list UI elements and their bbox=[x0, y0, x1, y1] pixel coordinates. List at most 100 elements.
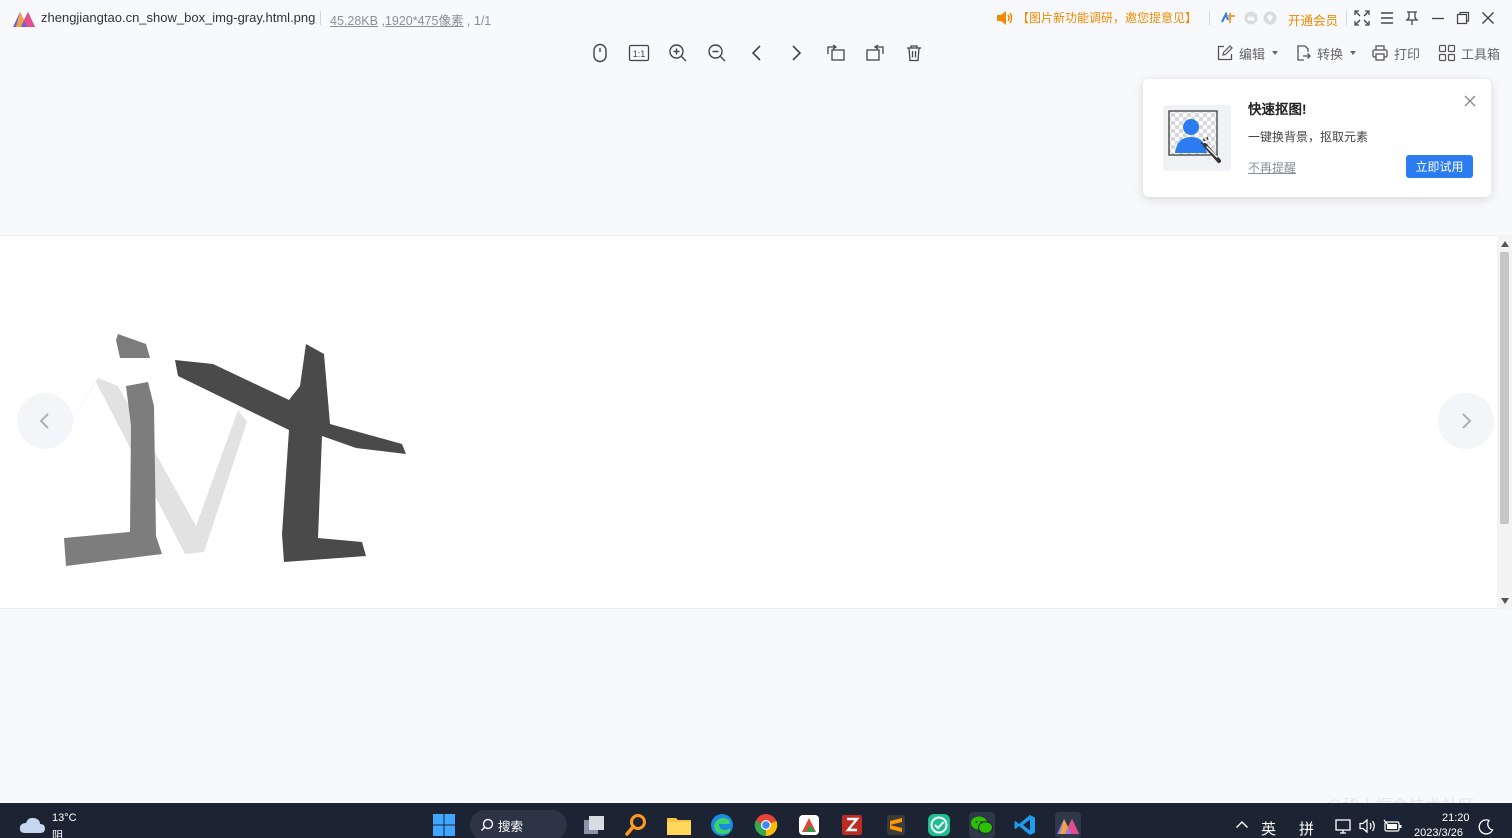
filezilla-app[interactable] bbox=[839, 812, 865, 838]
displayed-image bbox=[62, 334, 406, 566]
image-canvas[interactable] bbox=[0, 235, 1497, 609]
windows-icon bbox=[433, 814, 455, 836]
weather-description[interactable]: 阴 bbox=[52, 827, 63, 838]
toolbox-label: 工具箱 bbox=[1461, 46, 1501, 62]
survey-notice[interactable]: 【图片新功能调研，邀您提意见】 bbox=[995, 9, 1197, 26]
caret-down-icon bbox=[1272, 51, 1279, 55]
cloud-icon bbox=[18, 815, 46, 835]
app-logo-icon bbox=[12, 8, 36, 28]
try-now-button[interactable]: 立即试用 bbox=[1406, 155, 1473, 178]
edge-browser-app[interactable] bbox=[709, 812, 735, 838]
restore-icon bbox=[1456, 11, 1470, 25]
convert-label: 转换 bbox=[1317, 46, 1344, 62]
quick-cutout-popup: 快速抠图! 一键换背景，抠取元素 不再提醒 立即试用 bbox=[1143, 79, 1491, 197]
chevron-right-icon bbox=[1462, 413, 1472, 429]
cutout-thumbnail bbox=[1163, 105, 1231, 171]
popup-description: 一键换背景，抠取元素 bbox=[1248, 130, 1369, 144]
wechat-icon bbox=[971, 816, 993, 834]
file-size[interactable]: 45.28KB bbox=[330, 14, 378, 28]
scroll-thumb[interactable] bbox=[1500, 252, 1509, 524]
chrome-browser-app[interactable] bbox=[753, 812, 779, 838]
edge-icon bbox=[711, 814, 733, 836]
tray-chevron-up-icon[interactable] bbox=[1235, 820, 1249, 829]
pin-icon bbox=[1405, 11, 1419, 25]
zoom-in-icon bbox=[669, 44, 687, 62]
image-viewer-app[interactable] bbox=[1055, 812, 1081, 838]
next-arrow-button[interactable] bbox=[1438, 393, 1494, 449]
notifications-moon-icon[interactable] bbox=[1478, 819, 1494, 835]
taskbar-search-app[interactable] bbox=[623, 812, 649, 838]
print-button[interactable]: 打印 bbox=[1371, 42, 1420, 64]
menu-button[interactable] bbox=[1376, 7, 1398, 29]
volume-icon[interactable] bbox=[1359, 818, 1377, 834]
convert-menu[interactable]: 转换 bbox=[1294, 42, 1357, 64]
rotate-right-button[interactable] bbox=[864, 42, 886, 64]
survey-notice-text: 【图片新功能调研，邀您提意见】 bbox=[1017, 11, 1198, 25]
clock-date[interactable]: 2023/3/26 bbox=[1414, 827, 1463, 838]
delete-button[interactable] bbox=[903, 42, 925, 64]
scroll-down-icon[interactable] bbox=[1500, 596, 1509, 605]
chevron-right-icon bbox=[792, 45, 802, 61]
taskbar-search[interactable]: 搜索 bbox=[470, 810, 567, 838]
checkmark-app-icon bbox=[928, 814, 950, 836]
scroll-up-icon[interactable] bbox=[1500, 239, 1509, 248]
minimize-button[interactable] bbox=[1427, 7, 1449, 29]
title-divider-3 bbox=[1346, 11, 1347, 25]
actual-size-button[interactable]: 1:1 bbox=[628, 42, 650, 64]
printer-icon bbox=[1372, 45, 1388, 61]
battery-icon[interactable] bbox=[1383, 818, 1403, 834]
todo-app[interactable] bbox=[926, 812, 952, 838]
zoom-in-button[interactable] bbox=[667, 42, 689, 64]
chevron-left-icon bbox=[39, 413, 49, 429]
vscode-app[interactable] bbox=[1012, 812, 1038, 838]
vertical-scrollbar[interactable] bbox=[1497, 235, 1512, 609]
ime-mode[interactable]: 拼 bbox=[1299, 818, 1314, 838]
dont-remind-link[interactable]: 不再提醒 bbox=[1248, 159, 1296, 176]
sublime-text-app[interactable] bbox=[883, 812, 909, 838]
file-explorer-app[interactable] bbox=[666, 812, 692, 838]
hamburger-icon bbox=[1381, 12, 1393, 24]
vip-link[interactable]: 开通会员 bbox=[1288, 10, 1338, 29]
network-icon[interactable] bbox=[1335, 818, 1353, 834]
ime-language[interactable]: 英 bbox=[1261, 818, 1276, 838]
actual-size-icon: 1:1 bbox=[628, 44, 650, 62]
previous-arrow-button[interactable] bbox=[17, 393, 73, 449]
title-divider bbox=[320, 11, 321, 25]
convert-icon bbox=[1297, 45, 1311, 61]
mouse-icon bbox=[593, 43, 607, 63]
trash-icon bbox=[907, 45, 921, 62]
title-divider-2 bbox=[1209, 11, 1210, 25]
pin-button[interactable] bbox=[1401, 7, 1423, 29]
image-dimensions[interactable]: 1920*475像素 bbox=[385, 14, 464, 28]
wechat-app[interactable] bbox=[969, 812, 995, 838]
rotate-left-button[interactable] bbox=[825, 42, 847, 64]
edit-menu[interactable]: 编辑 bbox=[1216, 42, 1279, 64]
edit-label: 编辑 bbox=[1239, 46, 1266, 62]
task-view-icon bbox=[584, 816, 604, 834]
file-name: zhengjiangtao.cn_show_box_img-gray.html.… bbox=[41, 10, 316, 25]
next-image-button[interactable] bbox=[785, 42, 807, 64]
start-button[interactable] bbox=[431, 812, 457, 838]
weather-temperature[interactable]: 13°C bbox=[52, 812, 77, 824]
restore-button[interactable] bbox=[1452, 7, 1474, 29]
taskbar: 13°C 阴 搜索 英 拼 21:20 2023/3/26 bbox=[0, 803, 1512, 838]
toolbox-button[interactable]: 工具箱 bbox=[1438, 42, 1500, 64]
close-icon bbox=[1464, 95, 1476, 107]
close-button[interactable] bbox=[1477, 7, 1499, 29]
search-label: 搜索 bbox=[498, 819, 524, 834]
previous-image-button[interactable] bbox=[746, 42, 768, 64]
popup-close-button[interactable] bbox=[1462, 93, 1478, 109]
sublime-icon bbox=[887, 815, 905, 835]
clock-time[interactable]: 21:20 bbox=[1442, 812, 1470, 824]
slides-app-icon bbox=[799, 815, 819, 835]
svg-text:1:1: 1:1 bbox=[633, 49, 646, 59]
presentation-app[interactable] bbox=[796, 812, 822, 838]
vip-badges[interactable] bbox=[1220, 8, 1277, 28]
chrome-icon bbox=[754, 814, 778, 837]
rotate-right-icon bbox=[866, 44, 884, 61]
zoom-out-button[interactable] bbox=[706, 42, 728, 64]
task-view-button[interactable] bbox=[581, 812, 607, 838]
mouse-mode-button[interactable] bbox=[589, 42, 611, 64]
magnifier-app-icon bbox=[625, 814, 646, 836]
fullscreen-button[interactable] bbox=[1351, 7, 1373, 29]
